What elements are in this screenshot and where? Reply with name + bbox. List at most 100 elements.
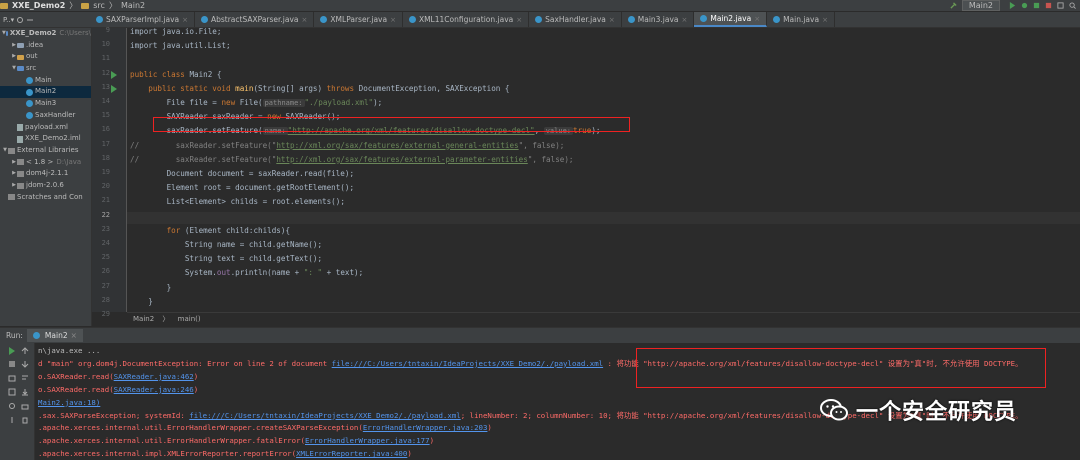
tree-item[interactable]: ▼ XXE_Demo2 C:\Users\ xyxy=(0,28,91,40)
editor-tab[interactable]: XML11Configuration.java × xyxy=(403,12,530,27)
trash-icon[interactable] xyxy=(21,416,29,424)
tree-item[interactable]: Main xyxy=(0,75,91,87)
settings-gear-icon[interactable] xyxy=(16,16,24,24)
java-class-icon xyxy=(26,112,33,120)
tree-item[interactable]: ▶ out xyxy=(0,51,91,63)
run-tab-main2[interactable]: Main2 × xyxy=(26,329,83,342)
console-text: ) xyxy=(193,384,199,394)
java-class-icon xyxy=(26,88,33,96)
line-number: 22 xyxy=(101,210,110,219)
line-number: 14 xyxy=(101,97,110,105)
coverage-icon[interactable] xyxy=(1033,2,1040,9)
watermark-text: 一个安全研究员 xyxy=(856,400,1018,425)
editor-tab[interactable]: Main2.java × xyxy=(694,12,768,27)
folder-icon xyxy=(17,66,24,72)
console-link[interactable]: file:///C:/Users/tntaxin/IdeaProjects/XX… xyxy=(189,411,460,420)
line-number: 9 xyxy=(105,26,110,34)
console-link[interactable]: ErrorHandlerWrapper.java:177 xyxy=(305,436,430,445)
structure-icon[interactable] xyxy=(1057,2,1064,9)
line-number: 16 xyxy=(101,125,110,134)
debug-icon[interactable] xyxy=(1021,2,1028,9)
pin-icon[interactable] xyxy=(8,416,16,424)
tree-item-label: Main2 xyxy=(35,87,57,96)
breadcrumb-class[interactable]: Main2 xyxy=(133,315,154,323)
console-link[interactable]: Main2.java:18) xyxy=(38,398,100,407)
build-hammer-icon[interactable] xyxy=(950,2,957,9)
stop-icon[interactable] xyxy=(8,360,16,368)
editor-tab[interactable]: Main.java × xyxy=(767,12,835,27)
up-arrow-icon[interactable] xyxy=(21,347,29,355)
editor-breadcrumb: Main2 〉 main() xyxy=(127,312,1080,326)
run-gutter-icon[interactable] xyxy=(111,84,117,93)
tree-item-label: jdom-2.0.6 xyxy=(26,180,64,189)
console-link[interactable]: XMLErrorReporter.java:400 xyxy=(296,449,407,458)
close-icon[interactable]: × xyxy=(71,329,77,342)
tree-item[interactable]: ▶ dom4j-2.1.1 xyxy=(0,168,91,180)
search-icon[interactable] xyxy=(1069,2,1076,9)
code-token: throws xyxy=(326,83,359,93)
console-link[interactable]: SAXReader.java:462 xyxy=(114,372,194,381)
scroll-to-end-icon[interactable] xyxy=(21,388,29,396)
close-icon[interactable]: × xyxy=(682,16,688,24)
tree-item[interactable]: ▼ src xyxy=(0,63,91,75)
rerun-icon[interactable] xyxy=(8,347,16,355)
line-number: 11 xyxy=(101,54,110,63)
nav-folder[interactable]: src xyxy=(93,1,105,10)
close-icon[interactable]: × xyxy=(754,15,760,23)
tab-label: XMLParser.java xyxy=(330,15,388,24)
camera-icon[interactable] xyxy=(8,374,16,382)
editor-tab[interactable]: Main3.java × xyxy=(622,12,695,27)
breadcrumb-separator: 〉 xyxy=(162,315,170,323)
editor-tab[interactable]: SAXParserImpl.java × xyxy=(90,12,195,27)
run-gutter-icon[interactable] xyxy=(111,70,117,79)
nav-project[interactable]: XXE_Demo2 xyxy=(12,1,65,10)
nav-file[interactable]: Main2 xyxy=(121,1,145,10)
console-link[interactable]: ErrorHandlerWrapper.java:203 xyxy=(363,423,488,432)
breadcrumb-method[interactable]: main() xyxy=(178,315,201,323)
down-arrow-icon[interactable] xyxy=(21,360,29,368)
tab-label: AbstractSAXParser.java xyxy=(210,15,299,24)
console-text: .sax.SAXParseException; systemId: xyxy=(38,410,190,420)
code-line: } xyxy=(130,282,172,294)
close-icon[interactable]: × xyxy=(822,16,828,24)
tree-item[interactable]: XXE_Demo2.iml xyxy=(0,133,91,145)
close-icon[interactable]: × xyxy=(302,16,308,24)
settings-gear-icon[interactable] xyxy=(8,402,16,410)
stop-icon[interactable] xyxy=(1045,2,1052,9)
console-line: .apache.xerces.internal.util.ErrorHandle… xyxy=(38,422,492,434)
editor-tab[interactable]: AbstractSAXParser.java × xyxy=(195,12,315,27)
project-view-selector[interactable]: P..▾ xyxy=(0,12,90,27)
java-class-icon xyxy=(320,16,328,23)
watermark: 一个安全研究员 xyxy=(820,390,1017,430)
tree-item[interactable]: ▼ External Libraries xyxy=(0,145,91,157)
code-token: saxReader.setFeature(" xyxy=(139,140,277,150)
run-configuration-select[interactable]: Main2 xyxy=(961,0,1000,11)
editor-tab[interactable]: XMLParser.java × xyxy=(314,12,403,27)
editor-tab[interactable]: SaxHandler.java × xyxy=(529,12,622,27)
code-token: ", false); xyxy=(527,154,574,164)
close-icon[interactable]: × xyxy=(516,16,522,24)
tree-item[interactable]: ▶ jdom-2.0.6 xyxy=(0,180,91,192)
print-icon[interactable] xyxy=(21,402,29,410)
tree-item[interactable]: Scratches and Con xyxy=(0,192,91,204)
console-link[interactable]: file:///C:/Users/tntaxin/IdeaProjects/XX… xyxy=(332,359,603,368)
console-link[interactable]: SAXReader.java:246 xyxy=(114,385,194,394)
exit-icon[interactable] xyxy=(8,388,16,396)
code-line: // saxReader.setFeature("http://xml.org/… xyxy=(130,154,573,166)
hide-panel-icon[interactable] xyxy=(26,16,34,24)
code-editor[interactable]: import java.io.File; import java.util.Lis… xyxy=(127,28,1080,312)
code-token: // xyxy=(130,154,140,164)
tree-item[interactable]: Main2 xyxy=(0,86,91,99)
close-icon[interactable]: × xyxy=(390,16,396,24)
tree-item[interactable]: ▶ < 1.8 > D:\Java xyxy=(0,157,91,169)
run-icon[interactable] xyxy=(1009,2,1016,9)
tree-item[interactable]: payload.xml xyxy=(0,122,91,134)
tree-item[interactable]: SaxHandler xyxy=(0,110,91,122)
tree-item-label: dom4j-2.1.1 xyxy=(26,169,69,178)
nav-separator-2: 〉 xyxy=(108,1,117,10)
close-icon[interactable]: × xyxy=(182,16,188,24)
soft-wrap-icon[interactable] xyxy=(21,374,29,382)
tree-item[interactable]: Main3 xyxy=(0,98,91,110)
tree-item[interactable]: ▶ .idea xyxy=(0,40,91,52)
close-icon[interactable]: × xyxy=(609,16,615,24)
